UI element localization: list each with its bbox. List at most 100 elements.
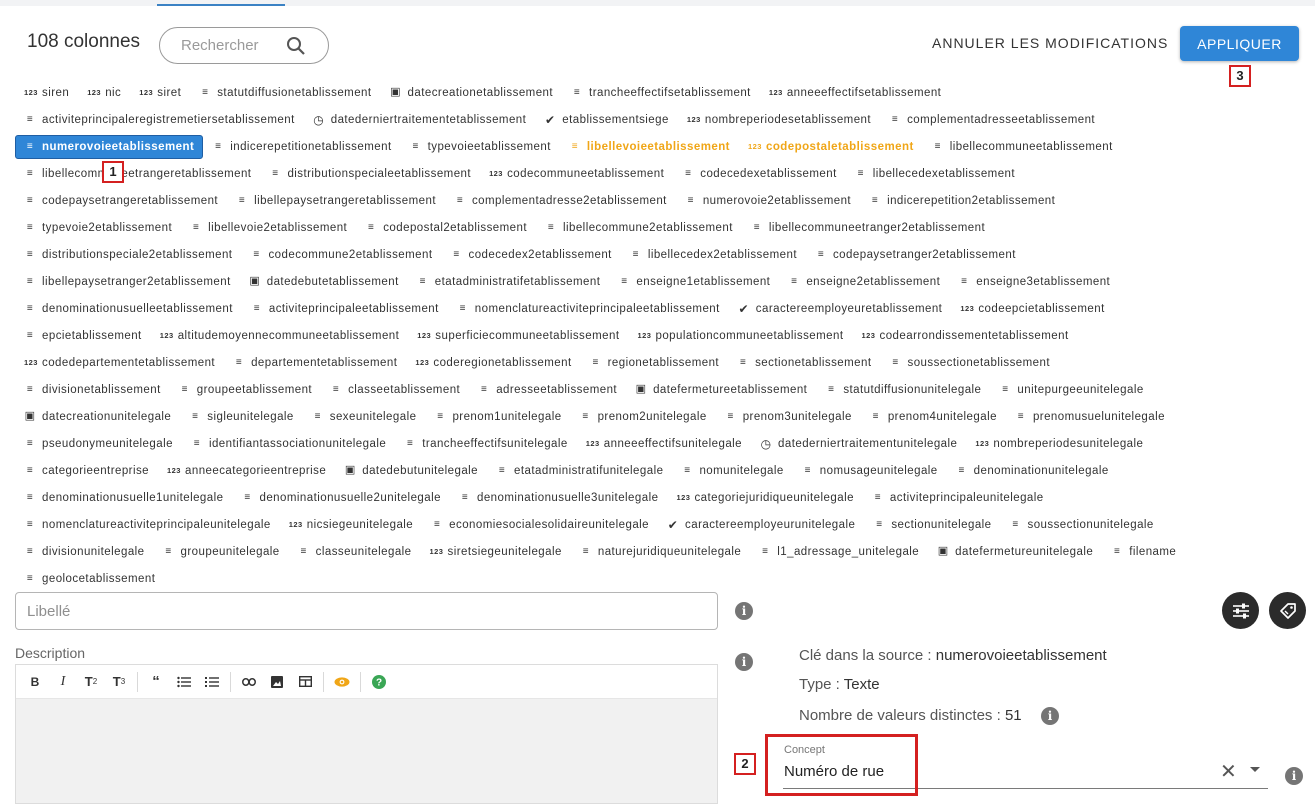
column-chip-datefermetureetablissement[interactable]: ▣ datefermetureetablissement	[626, 378, 816, 402]
column-chip-sigleunitelegale[interactable]: ≡ sigleunitelegale	[180, 405, 302, 429]
column-chip-coderegionetablissement[interactable]: 123 coderegionetablissement	[406, 351, 580, 375]
info-icon[interactable]: i	[1285, 767, 1303, 785]
column-chip-enseigne1etablissement[interactable]: ≡ enseigne1etablissement	[609, 270, 779, 294]
column-chip-nic[interactable]: 123 nic	[78, 81, 130, 105]
bullet-list-icon[interactable]	[170, 668, 198, 696]
column-chip-indicerepetition2etablissement[interactable]: ≡ indicerepetition2etablissement	[860, 189, 1064, 213]
column-chip-categorieentreprise[interactable]: ≡ categorieentreprise	[15, 459, 158, 483]
libelle-field[interactable]: Libellé	[15, 592, 718, 630]
column-chip-codepaysetranger2etablissement[interactable]: ≡ codepaysetranger2etablissement	[806, 243, 1025, 267]
tag-button[interactable]	[1269, 592, 1306, 629]
column-chip-pseudonymeunitelegale[interactable]: ≡ pseudonymeunitelegale	[15, 432, 182, 456]
column-chip-denominationusuelle1unitelegale[interactable]: ≡ denominationusuelle1unitelegale	[15, 486, 232, 510]
column-chip-sectionunitelegale[interactable]: ≡ sectionunitelegale	[864, 513, 1000, 537]
column-chip-caractereemployeurunitelegale[interactable]: ✔ caractereemployeurunitelegale	[658, 513, 864, 537]
column-chip-codearrondissementetablissement[interactable]: 123 codearrondissementetablissement	[853, 324, 1078, 348]
column-chip-trancheeffectifsunitelegale[interactable]: ≡ trancheeffectifsunitelegale	[395, 432, 577, 456]
column-chip-distributionspecialeetablissement[interactable]: ≡ distributionspecialeetablissement	[260, 162, 480, 186]
column-chip-codedepartementetablissement[interactable]: 123 codedepartementetablissement	[15, 351, 224, 375]
column-chip-codecedex2etablissement[interactable]: ≡ codecedex2etablissement	[442, 243, 621, 267]
column-chip-codepostaletablissement[interactable]: 123 codepostaletablissement	[739, 135, 923, 159]
column-chip-adresseetablissement[interactable]: ≡ adresseetablissement	[469, 378, 626, 402]
column-chip-etatadministratifetablissement[interactable]: ≡ etatadministratifetablissement	[408, 270, 610, 294]
bold-button[interactable]: B	[21, 668, 49, 696]
column-chip-epcietablissement[interactable]: ≡ epcietablissement	[15, 324, 151, 348]
column-chip-libellepaysetranger2etablissement[interactable]: ≡ libellepaysetranger2etablissement	[15, 270, 240, 294]
column-chip-soussectionetablissement[interactable]: ≡ soussectionetablissement	[881, 351, 1059, 375]
column-chip-libellecommuneetranger2etablissement[interactable]: ≡ libellecommuneetranger2etablissement	[742, 216, 994, 240]
column-chip-typevoie2etablissement[interactable]: ≡ typevoie2etablissement	[15, 216, 181, 240]
column-chip-libellecommuneetrangeretablissement[interactable]: ≡ libellecommuneetrangeretablissement	[15, 162, 260, 186]
apply-button[interactable]: APPLIQUER	[1180, 26, 1299, 61]
column-chip-complementadresseetablissement[interactable]: ≡ complementadresseetablissement	[880, 108, 1104, 132]
column-chip-soussectionunitelegale[interactable]: ≡ soussectionunitelegale	[1001, 513, 1163, 537]
column-chip-datedebutunitelegale[interactable]: ▣ datedebutunitelegale	[335, 459, 487, 483]
column-chip-groupeetablissement[interactable]: ≡ groupeetablissement	[170, 378, 321, 402]
column-chip-filename[interactable]: ≡ filename	[1102, 540, 1185, 564]
column-chip-etatadministratifunitelegale[interactable]: ≡ etatadministratifunitelegale	[487, 459, 672, 483]
column-chip-activiteprincipaleregistremetiersetablissement[interactable]: ≡ activiteprincipaleregistremetiersetabli…	[15, 108, 304, 132]
column-chip-populationcommuneetablissement[interactable]: 123 populationcommuneetablissement	[628, 324, 852, 348]
column-chip-l1_adressage_unitelegale[interactable]: ≡ l1_adressage_unitelegale	[750, 540, 928, 564]
column-chip-nombreperiodesetablissement[interactable]: 123 nombreperiodesetablissement	[678, 108, 880, 132]
column-chip-libellecedex2etablissement[interactable]: ≡ libellecedex2etablissement	[621, 243, 806, 267]
column-chip-nomunitelegale[interactable]: ≡ nomunitelegale	[672, 459, 792, 483]
column-chip-nomenclatureactiviteprincipaleunitelegale[interactable]: ≡ nomenclatureactiviteprincipaleunitelega…	[15, 513, 280, 537]
column-chip-libellevoieetablissement[interactable]: ≡ libellevoieetablissement	[560, 135, 739, 159]
column-chip-enseigne3etablissement[interactable]: ≡ enseigne3etablissement	[949, 270, 1119, 294]
column-chip-anneecategorieentreprise[interactable]: 123 anneecategorieentreprise	[158, 459, 335, 483]
column-chip-etablissementsiege[interactable]: ✔ etablissementsiege	[535, 108, 678, 132]
italic-button[interactable]: I	[49, 668, 77, 696]
column-chip-economiesocialesolidaireunitelegale[interactable]: ≡ economiesocialesolidaireunitelegale	[422, 513, 658, 537]
column-chip-categoriejuridiqueunitelegale[interactable]: 123 categoriejuridiqueunitelegale	[667, 486, 862, 510]
column-chip-denominationusuelleetablissement[interactable]: ≡ denominationusuelleetablissement	[15, 297, 242, 321]
heading2-button[interactable]: T2	[77, 668, 105, 696]
info-icon[interactable]: i	[1041, 707, 1059, 725]
column-chip-numerovoie2etablissement[interactable]: ≡ numerovoie2etablissement	[676, 189, 860, 213]
column-chip-datecreationetablissement[interactable]: ▣ datecreationetablissement	[381, 81, 563, 105]
heading3-button[interactable]: T3	[105, 668, 133, 696]
column-chip-libellecedexetablissement[interactable]: ≡ libellecedexetablissement	[846, 162, 1024, 186]
column-chip-complementadresse2etablissement[interactable]: ≡ complementadresse2etablissement	[445, 189, 676, 213]
column-chip-superficiecommuneetablissement[interactable]: 123 superficiecommuneetablissement	[408, 324, 628, 348]
column-chip-classeetablissement[interactable]: ≡ classeetablissement	[321, 378, 469, 402]
column-chip-anneeeffectifsunitelegale[interactable]: 123 anneeeffectifsunitelegale	[577, 432, 751, 456]
table-icon[interactable]	[291, 668, 319, 696]
column-chip-nicsiegeunitelegale[interactable]: 123 nicsiegeunitelegale	[280, 513, 422, 537]
image-icon[interactable]	[263, 668, 291, 696]
description-editor[interactable]: B I T2 T3 “ ?	[15, 664, 718, 804]
column-chip-codecommuneetablissement[interactable]: 123 codecommuneetablissement	[480, 162, 673, 186]
column-chip-prenom4unitelegale[interactable]: ≡ prenom4unitelegale	[861, 405, 1006, 429]
column-chip-departementetablissement[interactable]: ≡ departementetablissement	[224, 351, 406, 375]
column-chip-datederniertraitementetablissement[interactable]: ◷ datederniertraitementetablissement	[304, 108, 536, 132]
link-icon[interactable]	[235, 668, 263, 696]
column-chip-siret[interactable]: 123 siret	[130, 81, 190, 105]
column-chip-altitudemoyennecommuneetablissement[interactable]: 123 altitudemoyennecommuneetablissement	[151, 324, 409, 348]
column-chip-identifiantassociationunitelegale[interactable]: ≡ identifiantassociationunitelegale	[182, 432, 395, 456]
column-chip-trancheeffectifsetablissement[interactable]: ≡ trancheeffectifsetablissement	[562, 81, 760, 105]
clear-icon[interactable]: ✕	[1220, 759, 1237, 784]
column-chip-codeepcietablissement[interactable]: 123 codeepcietablissement	[951, 297, 1113, 321]
column-chip-enseigne2etablissement[interactable]: ≡ enseigne2etablissement	[779, 270, 949, 294]
column-chip-codecedexetablissement[interactable]: ≡ codecedexetablissement	[673, 162, 845, 186]
column-chip-codepostal2etablissement[interactable]: ≡ codepostal2etablissement	[356, 216, 536, 240]
column-chip-distributionspeciale2etablissement[interactable]: ≡ distributionspeciale2etablissement	[15, 243, 241, 267]
preview-eye-icon[interactable]	[328, 668, 356, 696]
editor-body[interactable]	[16, 699, 717, 803]
quote-icon[interactable]: “	[142, 668, 170, 696]
column-chip-datecreationunitelegale[interactable]: ▣ datecreationunitelegale	[15, 405, 180, 429]
column-chip-libellepaysetrangeretablissement[interactable]: ≡ libellepaysetrangeretablissement	[227, 189, 445, 213]
column-chip-geolocetablissement[interactable]: ≡ geolocetablissement	[15, 567, 164, 591]
numbered-list-icon[interactable]	[198, 668, 226, 696]
column-chip-typevoieetablissement[interactable]: ≡ typevoieetablissement	[401, 135, 560, 159]
column-chip-libellevoie2etablissement[interactable]: ≡ libellevoie2etablissement	[181, 216, 356, 240]
column-chip-codecommune2etablissement[interactable]: ≡ codecommune2etablissement	[241, 243, 441, 267]
column-chip-libellecommune2etablissement[interactable]: ≡ libellecommune2etablissement	[536, 216, 742, 240]
column-chip-statutdiffusionetablissement[interactable]: ≡ statutdiffusionetablissement	[190, 81, 380, 105]
column-chip-indicerepetitionetablissement[interactable]: ≡ indicerepetitionetablissement	[203, 135, 400, 159]
column-chip-datederniertraitementunitelegale[interactable]: ◷ datederniertraitementunitelegale	[751, 432, 966, 456]
cancel-changes-button[interactable]: ANNULER LES MODIFICATIONS	[932, 35, 1168, 51]
column-chip-naturejuridiqueunitelegale[interactable]: ≡ naturejuridiqueunitelegale	[571, 540, 750, 564]
column-chip-groupeunitelegale[interactable]: ≡ groupeunitelegale	[154, 540, 289, 564]
dropdown-arrow-icon[interactable]	[1250, 767, 1260, 772]
